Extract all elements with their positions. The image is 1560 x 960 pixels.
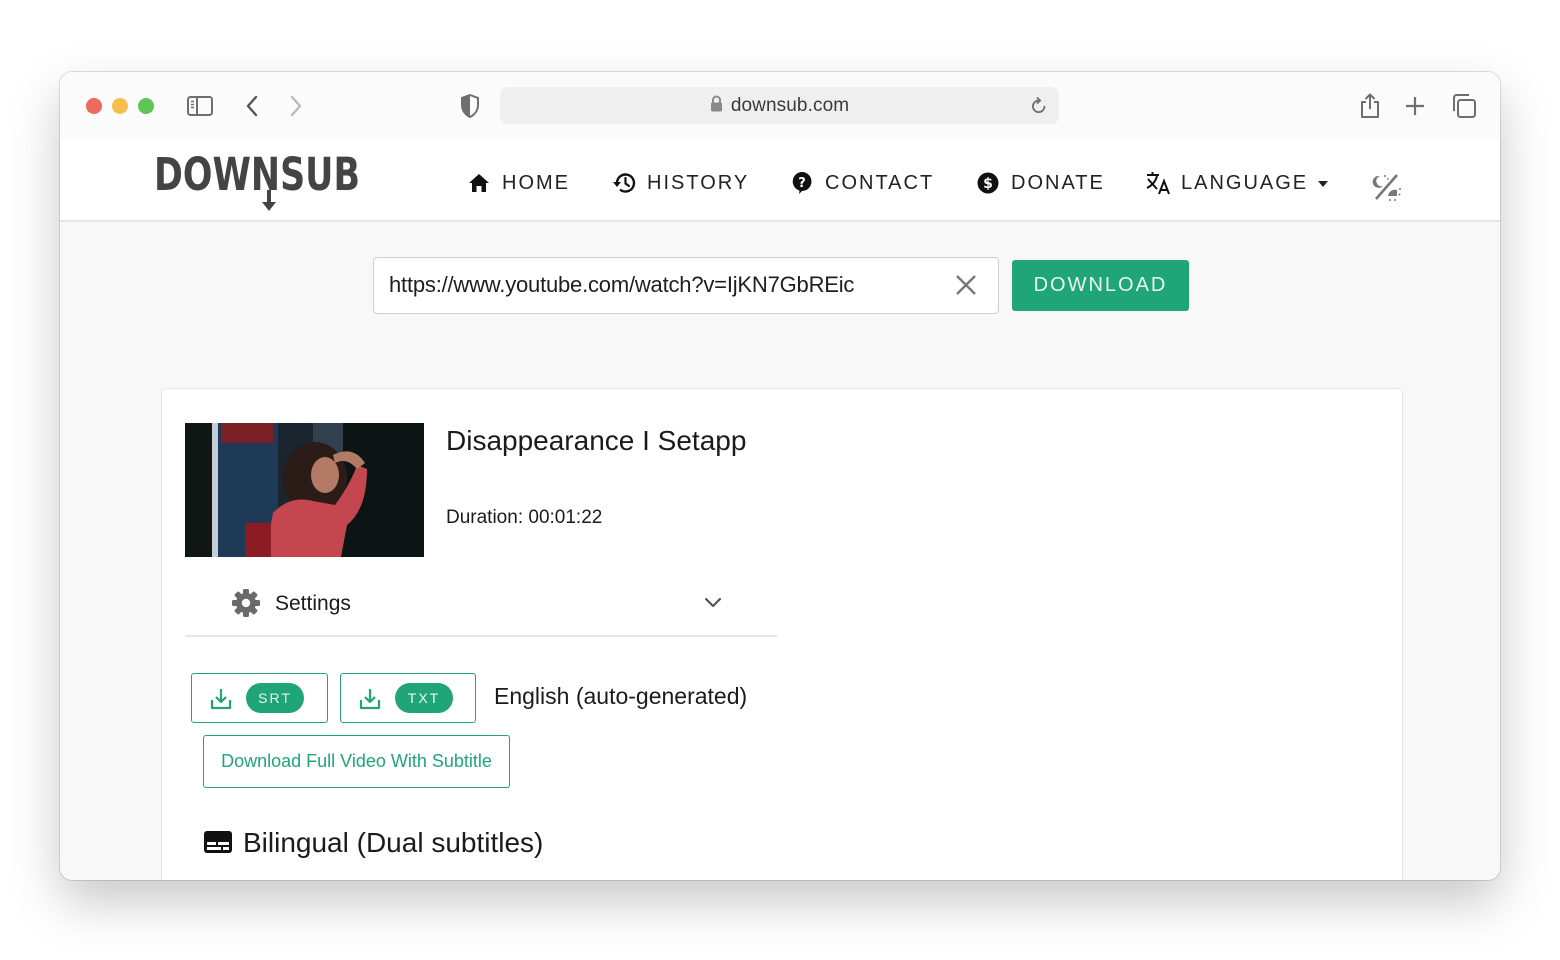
url-input-container bbox=[373, 257, 999, 314]
txt-badge: TXT bbox=[395, 683, 453, 713]
bilingual-label: Bilingual (Dual subtitles) bbox=[243, 827, 544, 858]
downsub-logo[interactable]: DOWNSUB bbox=[154, 148, 364, 216]
nav-contact-label: CONTACT bbox=[825, 171, 935, 194]
download-txt-button[interactable]: TXT bbox=[340, 673, 476, 723]
bilingual-heading: Bilingual (Dual subtitles) bbox=[203, 827, 543, 859]
browser-window: downsub.com DOWNSUB HOME HISTORY ? CONTA… bbox=[60, 72, 1500, 880]
nav-history-label: HISTORY bbox=[647, 171, 750, 194]
nav-language[interactable]: LANGUAGE bbox=[1145, 170, 1329, 196]
video-thumbnail[interactable] bbox=[185, 423, 424, 557]
subtitles-icon bbox=[203, 830, 233, 856]
nav-contact[interactable]: ? CONTACT bbox=[789, 170, 934, 196]
nav-language-label: LANGUAGE bbox=[1181, 171, 1309, 194]
dollar-icon: $ bbox=[975, 170, 1001, 196]
result-card: Disappearance I Setapp Duration: 00:01:2… bbox=[161, 388, 1403, 880]
download-srt-button[interactable]: SRT bbox=[191, 673, 328, 723]
question-icon: ? bbox=[789, 170, 815, 196]
plus-icon[interactable] bbox=[1401, 92, 1429, 120]
sidebar-icon[interactable] bbox=[186, 92, 214, 120]
nav-donate-label: DONATE bbox=[1011, 171, 1105, 194]
svg-text:$: $ bbox=[983, 176, 993, 192]
translate-icon bbox=[1145, 170, 1171, 196]
video-title: Disappearance I Setapp bbox=[446, 425, 747, 456]
dark-light-toggle-icon[interactable] bbox=[1370, 170, 1404, 204]
tabs-icon[interactable] bbox=[1450, 92, 1478, 120]
history-icon bbox=[611, 170, 637, 196]
svg-text:?: ? bbox=[798, 176, 806, 191]
nav-history[interactable]: HISTORY bbox=[611, 170, 749, 196]
address-bar[interactable]: downsub.com bbox=[500, 87, 1059, 124]
settings-toggle[interactable]: Settings bbox=[185, 575, 777, 637]
reload-icon[interactable] bbox=[1025, 92, 1053, 120]
lock-icon bbox=[710, 95, 723, 117]
chevron-left-icon[interactable] bbox=[238, 92, 266, 120]
chevron-right-icon[interactable] bbox=[282, 92, 310, 120]
home-icon bbox=[466, 170, 492, 196]
download-full-video-button[interactable]: Download Full Video With Subtitle bbox=[203, 735, 510, 788]
nav-donate[interactable]: $ DONATE bbox=[975, 170, 1105, 196]
srt-badge: SRT bbox=[246, 683, 304, 713]
download-button[interactable]: DOWNLOAD bbox=[1012, 260, 1189, 311]
address-text: downsub.com bbox=[730, 94, 850, 116]
browser-toolbar: downsub.com bbox=[60, 72, 1500, 140]
window-maximize-button[interactable] bbox=[138, 98, 154, 114]
chevron-down-icon bbox=[701, 590, 725, 614]
share-icon[interactable] bbox=[1356, 92, 1384, 120]
settings-label: Settings bbox=[275, 592, 351, 615]
window-close-button[interactable] bbox=[86, 98, 102, 114]
download-icon bbox=[358, 687, 382, 711]
url-input[interactable] bbox=[389, 258, 929, 312]
close-icon[interactable] bbox=[952, 271, 980, 299]
shield-icon[interactable] bbox=[456, 92, 484, 120]
caret-down-icon bbox=[1318, 174, 1329, 192]
download-icon bbox=[209, 687, 233, 711]
subtitle-language-label: English (auto-generated) bbox=[494, 683, 748, 709]
window-minimize-button[interactable] bbox=[112, 98, 128, 114]
nav-home[interactable]: HOME bbox=[466, 170, 570, 196]
gear-icon bbox=[231, 588, 261, 618]
nav-home-label: HOME bbox=[502, 171, 570, 194]
site-header: DOWNSUB HOME HISTORY ? CONTACT $ DONATE … bbox=[60, 140, 1500, 222]
svg-text:DOWNSUB: DOWNSUB bbox=[154, 150, 360, 201]
video-duration: Duration: 00:01:22 bbox=[446, 507, 603, 528]
